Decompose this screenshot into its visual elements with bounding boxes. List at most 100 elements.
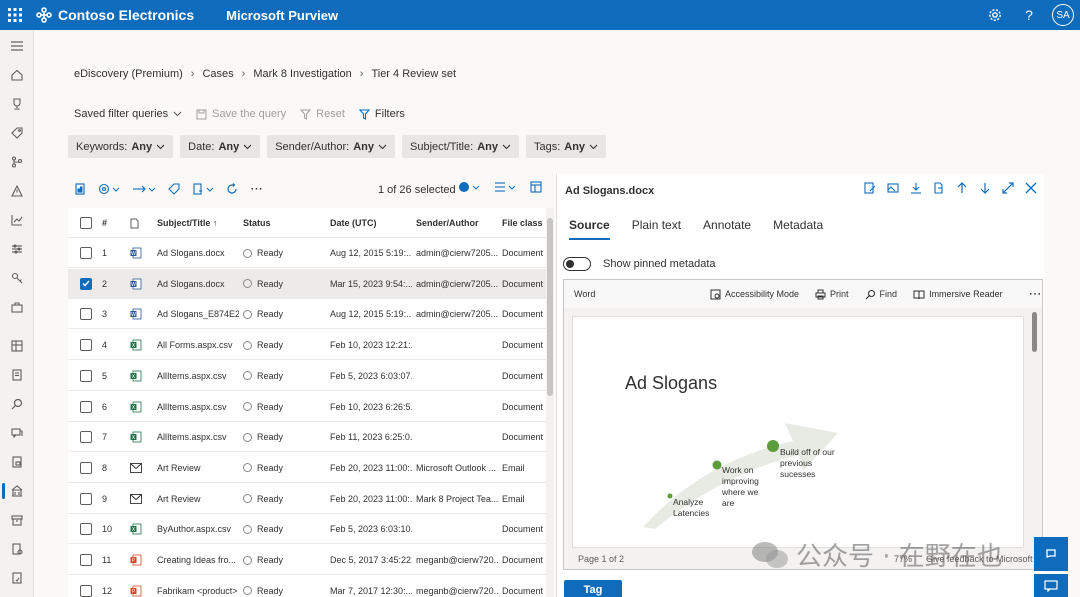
table-row[interactable]: 12 P Fabrikam <product> Ready Mar 7, 2017 12… bbox=[68, 576, 546, 597]
breadcrumb-cases[interactable]: Cases bbox=[202, 68, 233, 80]
pinned-metadata-toggle[interactable] bbox=[563, 257, 591, 271]
refresh-icon[interactable] bbox=[226, 183, 238, 195]
sender-filter-chip[interactable]: Sender/Author: Any bbox=[267, 135, 395, 158]
column-header-number[interactable]: # bbox=[102, 208, 107, 238]
column-header-date[interactable]: Date (UTC) bbox=[330, 208, 377, 238]
row-checkbox[interactable] bbox=[80, 392, 92, 422]
columns-icon[interactable] bbox=[530, 181, 542, 193]
help-icon[interactable]: ? bbox=[1018, 4, 1040, 26]
user-avatar[interactable]: SA bbox=[1052, 4, 1074, 26]
edit-icon[interactable] bbox=[863, 181, 877, 195]
row-checkbox[interactable] bbox=[80, 514, 92, 544]
row-checkbox[interactable] bbox=[80, 330, 92, 360]
table-row[interactable]: 8 Art Review Ready Feb 20, 2023 11:00:... Mi… bbox=[68, 453, 546, 483]
date-filter-chip[interactable]: Date: Any bbox=[180, 135, 261, 158]
print-button[interactable]: Print bbox=[815, 289, 849, 300]
tab-plain-text[interactable]: Plain text bbox=[632, 218, 681, 240]
analytics-dropdown-icon[interactable] bbox=[98, 183, 120, 195]
subject-filter-chip[interactable]: Subject/Title: Any bbox=[402, 135, 519, 158]
table-row[interactable]: 7 X AllItems.aspx.csv Ready Feb 11, 2023 6:2… bbox=[68, 422, 546, 453]
saved-filter-queries-dropdown[interactable]: Saved filter queries bbox=[74, 108, 182, 120]
column-header-status[interactable]: Status bbox=[243, 208, 271, 238]
home-icon[interactable] bbox=[0, 64, 34, 86]
tag-button[interactable]: Tag bbox=[564, 580, 622, 597]
tags-filter-chip[interactable]: Tags: Any bbox=[525, 135, 607, 158]
reset-button[interactable]: Reset bbox=[300, 108, 345, 120]
table-row[interactable]: 11 P Creating Ideas fro... Ready Dec 5, 2017… bbox=[68, 545, 546, 575]
sliders-icon[interactable] bbox=[0, 238, 34, 260]
select-all-checkbox[interactable] bbox=[80, 208, 92, 238]
tab-source[interactable]: Source bbox=[569, 218, 610, 240]
table-row[interactable]: 2 W Ad Slogans.docx Ready Mar 15, 2023 9:54:… bbox=[68, 268, 546, 299]
tab-metadata[interactable]: Metadata bbox=[773, 218, 823, 240]
row-checkbox[interactable] bbox=[80, 238, 92, 268]
export-dropdown-icon[interactable] bbox=[192, 183, 214, 195]
more-options-icon[interactable]: ⋯ bbox=[250, 181, 263, 197]
document-export-icon[interactable] bbox=[932, 181, 946, 195]
product-name[interactable]: Microsoft Purview bbox=[226, 8, 338, 23]
chart-icon[interactable] bbox=[0, 209, 34, 231]
close-icon[interactable] bbox=[1024, 181, 1038, 195]
table-row[interactable]: 9 Art Review Ready Feb 20, 2023 11:00:... Ma… bbox=[68, 484, 546, 514]
tag-icon[interactable] bbox=[0, 122, 34, 144]
settings-gear-icon[interactable] bbox=[984, 4, 1006, 26]
row-checkbox[interactable] bbox=[80, 269, 92, 299]
expand-icon[interactable] bbox=[1001, 181, 1015, 195]
document-lock-icon[interactable] bbox=[0, 451, 34, 473]
ediscovery-icon[interactable] bbox=[0, 480, 34, 502]
column-header-file-class[interactable]: File class bbox=[502, 208, 543, 238]
search-icon[interactable] bbox=[0, 393, 34, 415]
table-row[interactable]: 3 W Ad Slogans_E874E2... Ready Aug 12, 2015 … bbox=[68, 299, 546, 330]
image-icon[interactable] bbox=[886, 181, 900, 195]
table-row[interactable]: 4 X All Forms.aspx.csv Ready Feb 10, 2023 12… bbox=[68, 330, 546, 361]
viewer-scrollbar[interactable] bbox=[1032, 312, 1037, 352]
org-brand[interactable]: Contoso Electronics bbox=[36, 7, 194, 23]
hamburger-menu-icon[interactable] bbox=[0, 35, 34, 57]
table-row[interactable]: 6 X AllItems.aspx.csv Ready Feb 10, 2023 6:2… bbox=[68, 392, 546, 422]
row-checkbox[interactable] bbox=[80, 545, 92, 575]
warning-icon[interactable] bbox=[0, 180, 34, 202]
row-checkbox[interactable] bbox=[80, 453, 92, 483]
help-chat-button[interactable] bbox=[1034, 537, 1068, 571]
apps-icon[interactable] bbox=[0, 296, 34, 318]
records-icon[interactable] bbox=[0, 567, 34, 589]
table-row[interactable]: 5 X AllItems.aspx.csv Ready Feb 5, 2023 6:03… bbox=[68, 361, 546, 391]
report-icon[interactable] bbox=[74, 183, 86, 195]
tab-annotate[interactable]: Annotate bbox=[703, 218, 751, 240]
table-icon[interactable] bbox=[0, 335, 34, 357]
arrow-up-icon[interactable] bbox=[955, 181, 969, 195]
arrow-down-icon[interactable] bbox=[978, 181, 992, 195]
table-row[interactable]: 10 X ByAuthor.aspx.csv Ready Feb 5, 2023 6:0… bbox=[68, 514, 546, 545]
row-checkbox[interactable] bbox=[80, 422, 92, 452]
save-query-button[interactable]: Save the query bbox=[196, 108, 286, 120]
column-header-subject[interactable]: Subject/Title ↑ bbox=[157, 208, 217, 238]
find-button[interactable]: Find bbox=[865, 289, 897, 300]
globe-dropdown-icon[interactable] bbox=[458, 181, 480, 193]
list-view-dropdown-icon[interactable] bbox=[494, 182, 516, 192]
keywords-filter-chip[interactable]: Keywords: Any bbox=[68, 135, 174, 158]
key-icon[interactable] bbox=[0, 267, 34, 289]
row-checkbox[interactable] bbox=[80, 361, 92, 391]
more-options-icon[interactable]: ⋯ bbox=[1029, 286, 1042, 302]
row-checkbox[interactable] bbox=[80, 576, 92, 597]
column-header-sender[interactable]: Sender/Author bbox=[416, 208, 479, 238]
row-checkbox[interactable] bbox=[80, 299, 92, 329]
policy-icon[interactable] bbox=[0, 538, 34, 560]
filters-button[interactable]: Filters bbox=[358, 108, 405, 120]
breadcrumb-ediscovery[interactable]: eDiscovery (Premium) bbox=[74, 68, 183, 80]
table-row[interactable]: 1 W Ad Slogans.docx Ready Aug 12, 2015 5:19:… bbox=[68, 238, 546, 268]
download-icon[interactable] bbox=[909, 181, 923, 195]
breadcrumb-case[interactable]: Mark 8 Investigation bbox=[253, 68, 351, 80]
app-launcher-icon[interactable] bbox=[0, 0, 30, 30]
grid-scrollbar-thumb[interactable] bbox=[547, 218, 553, 396]
chat-icon[interactable] bbox=[0, 422, 34, 444]
arrows-dropdown-icon[interactable] bbox=[132, 184, 156, 194]
flow-icon[interactable] bbox=[0, 151, 34, 173]
report-icon[interactable] bbox=[0, 364, 34, 386]
archive-icon[interactable] bbox=[0, 509, 34, 531]
row-checkbox[interactable] bbox=[80, 484, 92, 514]
trophy-icon[interactable] bbox=[0, 93, 34, 115]
accessibility-mode-button[interactable]: Accessibility Mode bbox=[710, 289, 799, 300]
feedback-chat-button[interactable] bbox=[1034, 574, 1068, 597]
immersive-reader-button[interactable]: Immersive Reader bbox=[913, 289, 1003, 300]
